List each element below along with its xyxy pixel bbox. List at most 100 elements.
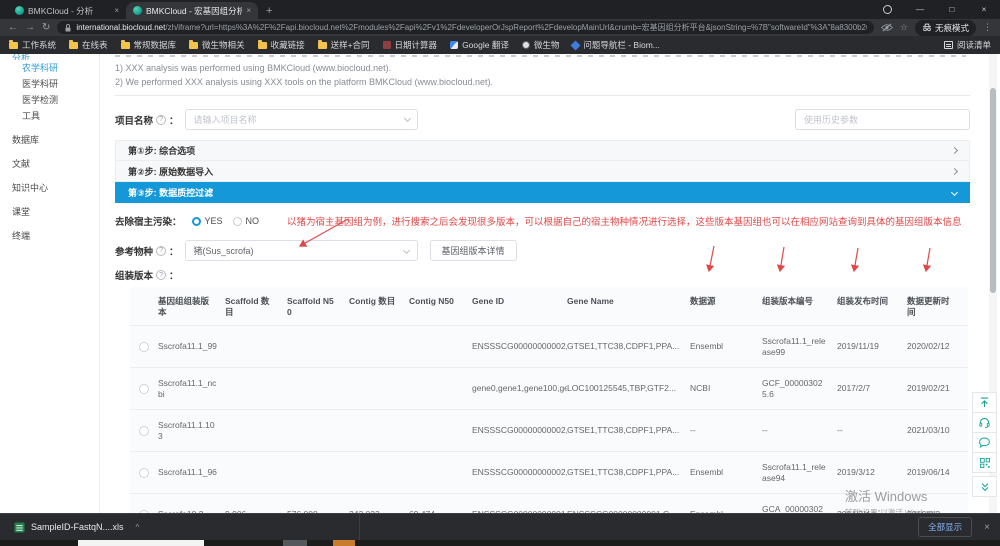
browser-tab[interactable]: BMKCloud - 宏基因组分析平台× xyxy=(126,2,258,19)
table-header-row: 基因组组装版本Scaffold 数目Scaffold N50Contig 数目C… xyxy=(130,287,968,325)
help-icon[interactable]: ? xyxy=(156,115,166,125)
clipped-text-line xyxy=(115,55,966,57)
watermark-line1: 激活 Windows xyxy=(845,486,943,505)
table-cell: Sscrofa11.1.103 xyxy=(158,420,225,442)
bookmark-star-icon[interactable]: ☆ xyxy=(900,22,908,33)
step-panel-2[interactable]: 第②步: 原始数据导入 xyxy=(115,161,970,182)
step-panel-1[interactable]: 第①步: 综合选项 xyxy=(115,140,970,161)
table-cell: Sscrofa11.1_ncbi xyxy=(158,378,225,400)
bookmark-item[interactable]: Google 翻译 xyxy=(450,39,509,51)
bmkcloud-favicon xyxy=(15,6,24,15)
lock-icon xyxy=(64,23,72,33)
row-radio-button[interactable] xyxy=(139,384,149,394)
downloaded-file-chip[interactable]: SampleID-FastqN....xls ^ xyxy=(14,522,139,533)
bookmark-item[interactable]: 日期计算器 xyxy=(383,39,438,51)
bookmark-label: 微生物相关 xyxy=(202,39,245,51)
history-params-input[interactable] xyxy=(795,109,970,130)
radio-no-label[interactable]: NO xyxy=(246,216,260,226)
collapse-button[interactable] xyxy=(972,476,997,497)
scrollbar-thumb[interactable] xyxy=(990,88,996,293)
window-controls: — □ × xyxy=(871,0,1000,19)
reload-button[interactable]: ↻ xyxy=(42,23,50,33)
back-to-top-button[interactable] xyxy=(972,392,997,413)
sidebar-item[interactable]: 工具 xyxy=(0,108,99,124)
genome-detail-button[interactable]: 基因组版本详情 xyxy=(430,240,517,261)
close-tab-icon[interactable]: × xyxy=(246,6,251,15)
species-select[interactable]: 猪(Sus_scrofa) xyxy=(185,240,418,261)
forward-button[interactable]: → xyxy=(25,23,35,33)
chat-bubble-icon xyxy=(978,436,991,449)
citation-note-2: 2) We performed XXX analysis using XXX t… xyxy=(115,75,970,89)
url-domain: international.biocloud.net xyxy=(76,23,165,32)
bookmark-item[interactable]: 微生物相关 xyxy=(189,39,245,51)
bookmark-label: 在线表 xyxy=(82,39,108,51)
host-filter-row: 去除宿主污染： YES NO 以猪为宿主基因组为例，进行搜索之后会发现很多版本，… xyxy=(115,214,970,228)
floating-toolbar xyxy=(972,392,997,497)
browser-toolbar: ← → ↻ international.biocloud.net/zh/ifra… xyxy=(0,19,1000,36)
bookmark-item[interactable]: 送样+合同 xyxy=(318,39,370,51)
radio-yes-label[interactable]: YES xyxy=(205,216,223,226)
bookmark-label: 工作系统 xyxy=(22,39,56,51)
sidebar-item[interactable]: 医学科研 xyxy=(0,76,99,92)
sidebar-item[interactable]: 农学科研 xyxy=(0,60,99,76)
sidebar-item[interactable]: 文献 xyxy=(0,156,99,172)
genome-version-table: 基因组组装版本Scaffold 数目Scaffold N50Contig 数目C… xyxy=(130,287,968,513)
file-menu-caret[interactable]: ^ xyxy=(136,523,140,532)
browser-tab[interactable]: BMKCloud - 分析× xyxy=(8,2,126,19)
row-radio-cell xyxy=(130,426,158,436)
table-cell: 2020/02/12 xyxy=(907,341,968,352)
bookmark-item[interactable]: 在线表 xyxy=(69,39,108,51)
taskbar-app-active[interactable] xyxy=(283,540,307,546)
new-tab-button[interactable]: + xyxy=(258,5,280,19)
help-icon[interactable]: ? xyxy=(156,270,166,280)
sidebar-item[interactable]: 终端 xyxy=(0,228,99,244)
bookmark-item[interactable]: 常规数据库 xyxy=(121,39,177,51)
table-cell: 2021/03/10 xyxy=(907,425,968,436)
sidebar-item[interactable]: 课堂 xyxy=(0,204,99,220)
maximize-button[interactable]: □ xyxy=(936,0,968,19)
help-icon[interactable]: ? xyxy=(156,246,166,256)
folder-icon xyxy=(318,42,327,49)
chevron-down-icon xyxy=(951,188,958,195)
back-to-top-icon xyxy=(978,396,991,409)
bookmark-label: 收藏链接 xyxy=(271,39,305,51)
table-cell: Sscrofa11.1_release94 xyxy=(762,462,837,484)
project-name-input[interactable] xyxy=(185,109,418,130)
minimize-button[interactable]: — xyxy=(904,0,936,19)
bookmark-item[interactable]: 工作系统 xyxy=(9,39,56,51)
close-tab-icon[interactable]: × xyxy=(114,6,119,15)
excel-file-icon xyxy=(14,522,25,533)
step-panel-3[interactable]: 第③步: 数据质控过滤 xyxy=(115,182,970,203)
browser-menu-button[interactable]: ⋮ xyxy=(983,22,992,33)
citation-notes: 1) XXX analysis was performed using BMKC… xyxy=(115,61,970,89)
bookmark-item[interactable]: 微生物 xyxy=(522,39,560,51)
address-bar[interactable]: international.biocloud.net/zh/iframe?url… xyxy=(57,21,874,34)
show-all-downloads-button[interactable]: 全部显示 xyxy=(918,517,972,537)
column-header: 数据源 xyxy=(690,296,762,307)
close-shelf-button[interactable]: × xyxy=(984,522,990,533)
radio-yes[interactable] xyxy=(192,217,201,226)
row-radio-button[interactable] xyxy=(139,426,149,436)
qrcode-button[interactable] xyxy=(972,452,997,473)
sidebar-item[interactable]: 医学检测 xyxy=(0,92,99,108)
shelf-divider xyxy=(359,514,360,541)
qrcode-icon xyxy=(979,457,991,469)
eye-slash-icon[interactable] xyxy=(881,23,893,32)
table-cell: LOC100125545,TBP,GTF2... xyxy=(567,383,690,394)
radio-no[interactable] xyxy=(233,217,242,226)
sidebar-item[interactable]: 知识中心 xyxy=(0,180,99,196)
close-window-button[interactable]: × xyxy=(968,0,1000,19)
taskbar-search-box[interactable] xyxy=(78,540,204,546)
row-radio-button[interactable] xyxy=(139,468,149,478)
reading-list-button[interactable]: 阅读清单 xyxy=(944,39,991,51)
row-radio-button[interactable] xyxy=(139,342,149,352)
bookmark-item[interactable]: 收藏链接 xyxy=(258,39,305,51)
bookmark-item[interactable]: 问题导航栏 - Biom... xyxy=(572,39,660,51)
feedback-button[interactable] xyxy=(972,432,997,453)
sidebar-item[interactable]: 数据库 xyxy=(0,132,99,148)
profile-circle-icon[interactable] xyxy=(883,5,892,14)
back-button[interactable]: ← xyxy=(8,23,18,33)
customer-service-button[interactable] xyxy=(972,412,997,433)
citation-note-1: 1) XXX analysis was performed using BMKC… xyxy=(115,61,970,75)
taskbar-app-highlight[interactable] xyxy=(333,540,355,546)
